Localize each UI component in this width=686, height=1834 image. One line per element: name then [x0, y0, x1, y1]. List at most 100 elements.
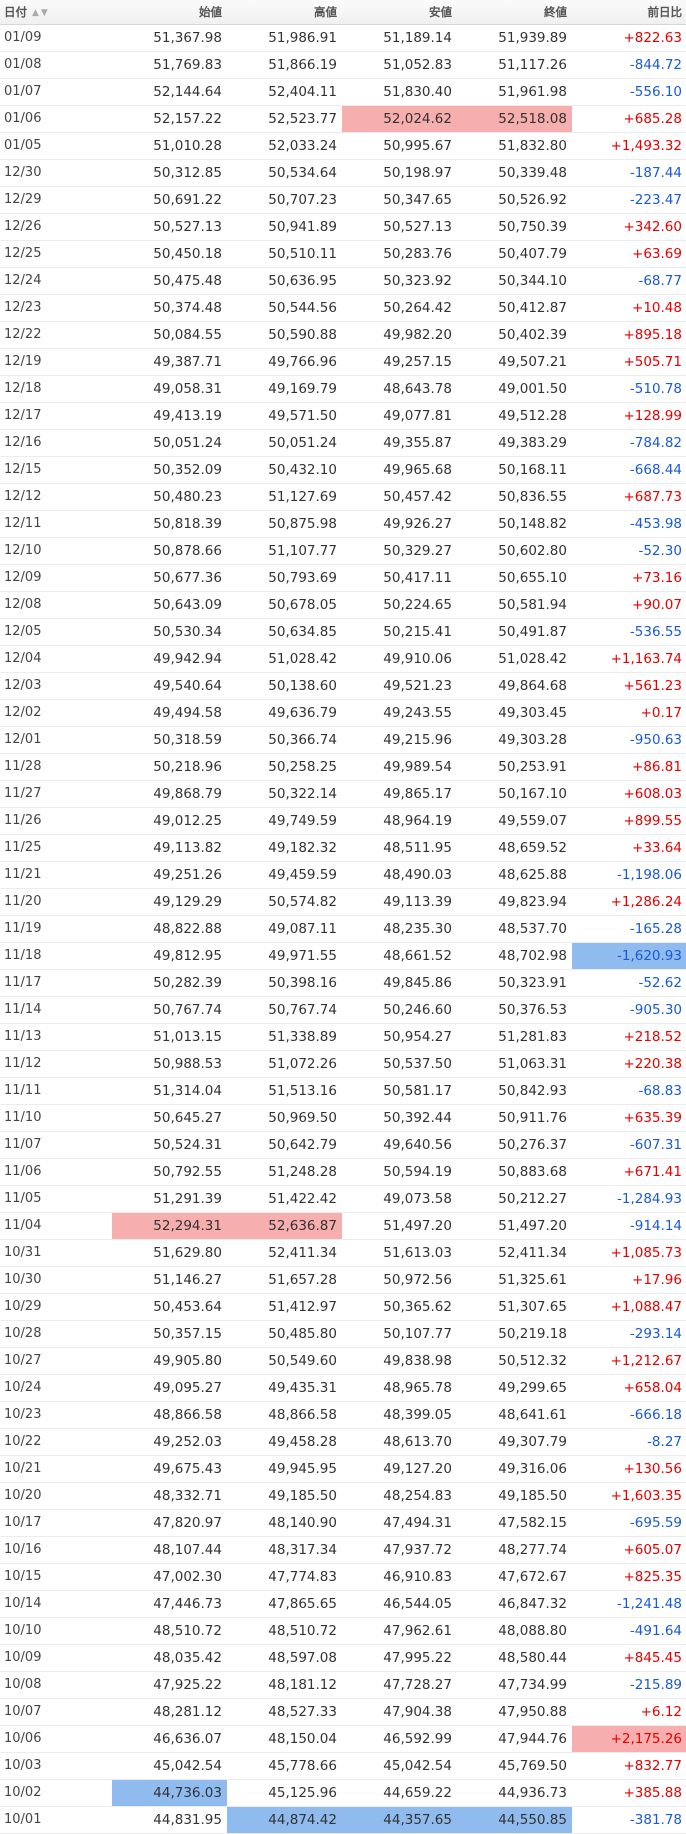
- table-row: 11/18 49,812.95 49,971.55 48,661.52 48,702.9…: [0, 942, 686, 970]
- cell-close: 47,944.76: [457, 1725, 572, 1753]
- column-header-date[interactable]: 日付 ▲▼: [0, 0, 112, 25]
- cell-open: 50,524.31: [112, 1131, 227, 1159]
- cell-low: 49,113.39: [342, 888, 457, 916]
- cell-change: +342.60: [572, 213, 686, 241]
- cell-change: +635.39: [572, 1104, 686, 1132]
- cell-close: 50,402.39: [457, 321, 572, 349]
- cell-high: 49,459.59: [227, 861, 342, 889]
- cell-close: 49,299.65: [457, 1374, 572, 1402]
- column-header-high[interactable]: 高値: [227, 0, 342, 25]
- cell-open: 50,677.36: [112, 564, 227, 592]
- table-row: 10/21 49,675.43 49,945.95 49,127.20 49,316.0…: [0, 1455, 686, 1483]
- cell-date: 12/08: [0, 591, 112, 619]
- sort-desc-icon[interactable]: ▼: [41, 8, 50, 18]
- cell-low: 50,527.13: [342, 213, 457, 241]
- cell-change: -52.30: [572, 537, 686, 565]
- cell-low: 51,830.40: [342, 78, 457, 106]
- cell-high: 51,248.28: [227, 1158, 342, 1186]
- cell-high: 50,767.74: [227, 996, 342, 1024]
- cell-low: 50,198.97: [342, 159, 457, 187]
- cell-high: 50,707.23: [227, 186, 342, 214]
- column-header-low[interactable]: 安値: [342, 0, 457, 25]
- cell-high: 49,749.59: [227, 807, 342, 835]
- cell-high: 52,033.24: [227, 132, 342, 160]
- cell-open: 51,769.83: [112, 51, 227, 79]
- cell-close: 51,117.26: [457, 51, 572, 79]
- cell-low: 48,661.52: [342, 942, 457, 970]
- cell-date: 12/22: [0, 321, 112, 349]
- cell-change: -165.28: [572, 915, 686, 943]
- cell-date: 10/02: [0, 1779, 112, 1807]
- cell-low: 47,904.38: [342, 1698, 457, 1726]
- cell-change: -510.78: [572, 375, 686, 403]
- cell-close: 48,625.88: [457, 861, 572, 889]
- cell-high: 50,510.11: [227, 240, 342, 268]
- cell-open: 49,251.26: [112, 861, 227, 889]
- table-row: 11/05 51,291.39 51,422.42 49,073.58 50,212.2…: [0, 1185, 686, 1213]
- cell-open: 49,095.27: [112, 1374, 227, 1402]
- cell-close: 49,303.45: [457, 699, 572, 727]
- cell-low: 45,042.54: [342, 1752, 457, 1780]
- cell-low: 49,257.15: [342, 348, 457, 376]
- cell-high: 52,523.77: [227, 105, 342, 133]
- cell-close: 48,580.44: [457, 1644, 572, 1672]
- cell-open: 52,157.22: [112, 105, 227, 133]
- cell-high: 49,971.55: [227, 942, 342, 970]
- cell-change: +608.03: [572, 780, 686, 808]
- cell-change: +220.38: [572, 1050, 686, 1078]
- cell-high: 49,945.95: [227, 1455, 342, 1483]
- cell-low: 48,643.78: [342, 375, 457, 403]
- cell-date: 11/06: [0, 1158, 112, 1186]
- cell-date: 11/04: [0, 1212, 112, 1240]
- cell-change: -666.18: [572, 1401, 686, 1429]
- cell-change: +130.56: [572, 1455, 686, 1483]
- cell-close: 51,832.80: [457, 132, 572, 160]
- cell-close: 52,518.08: [457, 105, 572, 133]
- cell-high: 49,185.50: [227, 1482, 342, 1510]
- table-row: 12/09 50,677.36 50,793.69 50,417.11 50,655.1…: [0, 564, 686, 592]
- table-row: 12/04 49,942.94 51,028.42 49,910.06 51,028.4…: [0, 645, 686, 673]
- cell-close: 49,864.68: [457, 672, 572, 700]
- table-row: 11/14 50,767.74 50,767.74 50,246.60 50,376.5…: [0, 996, 686, 1024]
- cell-open: 50,374.48: [112, 294, 227, 322]
- cell-open: 48,332.71: [112, 1482, 227, 1510]
- sort-asc-icon[interactable]: ▲: [32, 8, 41, 18]
- table-row: 10/02 44,736.03 45,125.96 44,659.22 44,936.7…: [0, 1779, 686, 1807]
- cell-change: +505.71: [572, 348, 686, 376]
- column-header-close[interactable]: 終値: [457, 0, 572, 25]
- cell-close: 49,559.07: [457, 807, 572, 835]
- cell-date: 10/10: [0, 1617, 112, 1645]
- cell-date: 11/13: [0, 1023, 112, 1051]
- cell-change: -668.44: [572, 456, 686, 484]
- table-body: 01/09 51,367.98 51,986.91 51,189.14 51,939.8…: [0, 24, 686, 1834]
- cell-high: 47,774.83: [227, 1563, 342, 1591]
- column-header-change[interactable]: 前日比: [572, 0, 686, 25]
- table-row: 01/09 51,367.98 51,986.91 51,189.14 51,939.8…: [0, 24, 686, 52]
- table-row: 12/19 49,387.71 49,766.96 49,257.15 49,507.2…: [0, 348, 686, 376]
- column-header-open[interactable]: 始値: [112, 0, 227, 25]
- table-row: 01/08 51,769.83 51,866.19 51,052.83 51,117.2…: [0, 51, 686, 79]
- cell-change: -905.30: [572, 996, 686, 1024]
- cell-change: +128.99: [572, 402, 686, 430]
- cell-low: 48,399.05: [342, 1401, 457, 1429]
- cell-date: 12/03: [0, 672, 112, 700]
- cell-high: 50,138.60: [227, 672, 342, 700]
- cell-change: +1,212.67: [572, 1347, 686, 1375]
- cell-open: 50,691.22: [112, 186, 227, 214]
- cell-date: 10/27: [0, 1347, 112, 1375]
- table-row: 10/27 49,905.80 50,549.60 49,838.98 50,512.3…: [0, 1347, 686, 1375]
- cell-open: 49,413.19: [112, 402, 227, 430]
- cell-close: 49,307.79: [457, 1428, 572, 1456]
- cell-date: 12/12: [0, 483, 112, 511]
- cell-open: 50,792.55: [112, 1158, 227, 1186]
- cell-low: 48,965.78: [342, 1374, 457, 1402]
- cell-date: 12/01: [0, 726, 112, 754]
- cell-high: 51,107.77: [227, 537, 342, 565]
- cell-date: 11/21: [0, 861, 112, 889]
- cell-low: 47,494.31: [342, 1509, 457, 1537]
- cell-date: 12/11: [0, 510, 112, 538]
- cell-low: 50,224.65: [342, 591, 457, 619]
- sort-toggle[interactable]: ▲▼: [32, 8, 50, 18]
- table-row: 12/29 50,691.22 50,707.23 50,347.65 50,526.9…: [0, 186, 686, 214]
- cell-open: 52,294.31: [112, 1212, 227, 1240]
